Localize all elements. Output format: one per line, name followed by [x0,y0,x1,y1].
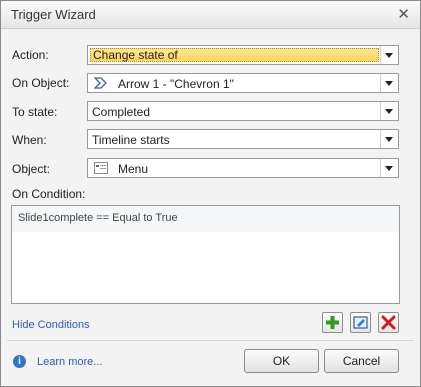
when-value: Timeline starts [92,133,170,147]
title-bar[interactable]: Trigger Wizard ✕ [1,1,420,29]
plus-icon [326,316,339,329]
menu-icon [94,162,108,174]
dialog-title: Trigger Wizard [11,7,96,22]
action-label: Action: [12,48,49,62]
when-label: When: [12,133,47,147]
conditions-list[interactable]: Slide1complete == Equal to True [11,205,400,304]
ok-button[interactable]: OK [244,349,319,373]
trigger-wizard-dialog: Trigger Wizard ✕ Action: Change state of… [0,0,421,387]
chevron-down-icon[interactable] [380,74,398,92]
cancel-button[interactable]: Cancel [324,349,399,373]
condition-item[interactable]: Slide1complete == Equal to True [12,206,399,232]
info-icon: i [13,355,26,368]
add-condition-button[interactable] [322,312,343,333]
to-state-value: Completed [92,105,151,119]
chevron-down-icon[interactable] [380,102,398,120]
on-object-label: On Object: [12,76,70,90]
delete-condition-button[interactable] [378,312,399,333]
action-dropdown[interactable]: Change state of [87,45,399,65]
on-object-dropdown[interactable]: Arrow 1 - "Chevron 1" [87,73,399,93]
chevron-down-icon[interactable] [380,130,398,148]
object-dropdown[interactable]: Menu [87,158,399,178]
condition-text: Slide1complete == Equal to True [18,212,178,224]
close-icon[interactable]: ✕ [397,5,410,23]
object-value: Menu [118,162,149,176]
delete-x-icon [381,315,396,330]
edit-icon [353,316,368,329]
action-value: Change state of [90,48,379,62]
object-label: Object: [12,162,51,176]
chevron-down-icon[interactable] [380,46,398,64]
to-state-label: To state: [12,105,58,119]
learn-more-link[interactable]: Learn more... [37,356,102,368]
edit-condition-button[interactable] [350,312,371,333]
chevron-down-icon[interactable] [380,159,398,177]
on-object-value: Arrow 1 - "Chevron 1" [118,77,234,91]
footer-divider [7,340,414,341]
chevron-shape-icon [93,77,108,89]
to-state-dropdown[interactable]: Completed [87,101,399,121]
on-condition-label: On Condition: [12,187,86,201]
hide-conditions-link[interactable]: Hide Conditions [12,319,90,331]
when-dropdown[interactable]: Timeline starts [87,129,399,149]
